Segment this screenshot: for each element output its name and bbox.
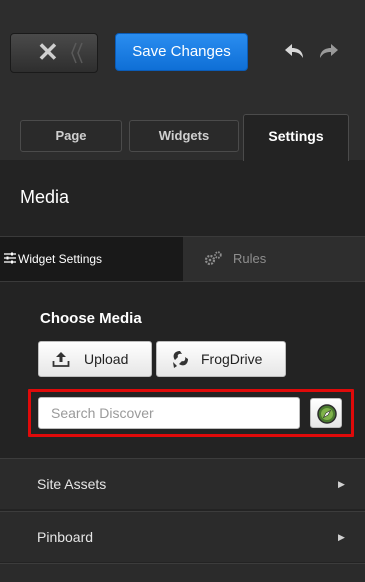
- upload-icon: [52, 352, 70, 367]
- subtab-label: Widget Settings: [18, 252, 103, 266]
- accordion-pinboard[interactable]: Pinboard ▶: [0, 511, 365, 562]
- subtab-rules[interactable]: Rules: [183, 237, 365, 281]
- tab-settings[interactable]: Settings: [243, 114, 349, 161]
- caret-right-icon: ▶: [338, 532, 345, 542]
- redo-icon[interactable]: [316, 40, 340, 62]
- sliders-icon: [4, 252, 16, 264]
- frogdrive-label: FrogDrive: [201, 351, 263, 367]
- search-discover-input[interactable]: [38, 397, 300, 429]
- close-icon: ✕: [37, 37, 59, 67]
- subtab-widget-settings[interactable]: Widget Settings: [0, 237, 183, 281]
- accordion-site-assets[interactable]: Site Assets ▶: [0, 458, 365, 509]
- compass-icon: [317, 404, 337, 424]
- subtab-label: Rules: [233, 251, 267, 266]
- main-tabs: Page Widgets Settings: [0, 95, 365, 161]
- settings-subtabs: Widget Settings Rules: [0, 236, 365, 282]
- upload-label: Upload: [84, 351, 129, 367]
- frogdrive-button[interactable]: FrogDrive: [156, 341, 286, 377]
- frogdrive-icon: [173, 351, 188, 368]
- accordion-label: Pinboard: [37, 529, 94, 545]
- undo-icon[interactable]: [283, 40, 307, 62]
- tab-widgets[interactable]: Widgets: [129, 120, 239, 152]
- tab-page[interactable]: Page: [20, 120, 122, 152]
- choose-media-heading: Choose Media: [40, 310, 142, 327]
- discover-button[interactable]: [310, 398, 342, 428]
- upload-button[interactable]: Upload: [38, 341, 152, 377]
- close-button[interactable]: ✕: [10, 33, 98, 73]
- caret-right-icon: ▶: [338, 479, 345, 489]
- cogs-icon: [204, 251, 222, 266]
- panel-title: Media: [20, 187, 70, 207]
- accordion-footer: [0, 563, 365, 582]
- accordion-label: Site Assets: [37, 476, 107, 492]
- grip-icon: [71, 42, 83, 64]
- save-changes-button[interactable]: Save Changes: [115, 33, 248, 71]
